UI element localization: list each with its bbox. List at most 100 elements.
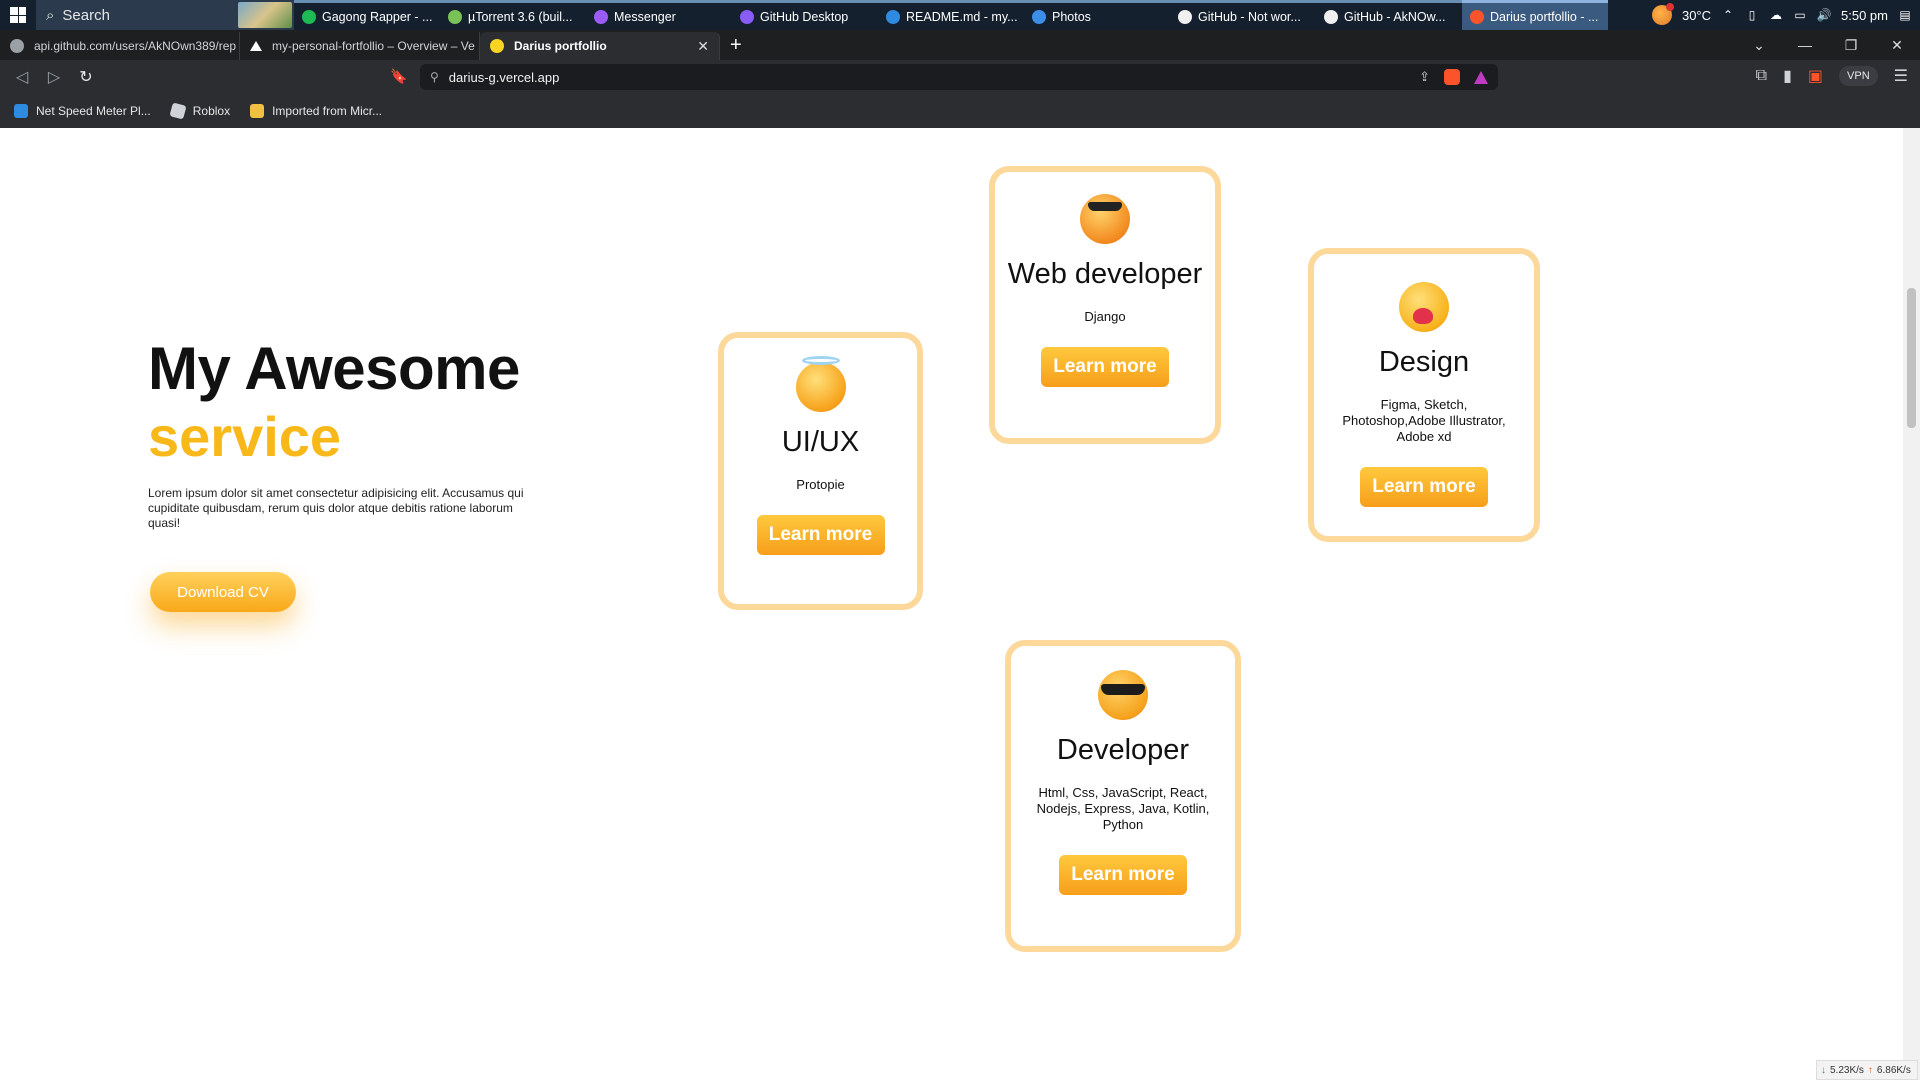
taskbar-app-utorrent[interactable]: µTorrent 3.6 (buil...: [440, 0, 586, 30]
github-desktop-icon: [740, 9, 754, 24]
extensions-icon[interactable]: ⧉: [1756, 67, 1767, 85]
vscode-icon: [886, 9, 900, 24]
service-tools: Figma, Sketch, Photoshop,Adobe Illustrat…: [1342, 397, 1506, 444]
learn-more-button[interactable]: Learn more: [1059, 855, 1187, 895]
close-tab-icon[interactable]: ✕: [697, 38, 709, 55]
taskbar-app-label: GitHub - Not wor...: [1198, 9, 1301, 24]
service-tools: Html, Css, JavaScript, React, Nodejs, Ex…: [1036, 785, 1210, 832]
start-button[interactable]: [0, 0, 36, 30]
share-icon[interactable]: ⇪: [1419, 69, 1430, 85]
learn-more-button[interactable]: Learn more: [1041, 347, 1169, 387]
taskbar-app-github-2[interactable]: GitHub - AkNOw...: [1316, 0, 1462, 30]
sidebar-icon[interactable]: ▮: [1783, 66, 1792, 86]
bookmark-icon[interactable]: 🔖: [390, 68, 407, 85]
scrollbar-thumb[interactable]: [1907, 288, 1916, 428]
net-speed-icon: [14, 104, 28, 118]
taskbar-app-label: µTorrent 3.6 (buil...: [468, 9, 573, 24]
network-icon[interactable]: ▭: [1793, 8, 1807, 22]
learn-more-button[interactable]: Learn more: [756, 515, 885, 555]
cool-sunglasses-emoji-icon: [1098, 670, 1148, 720]
upload-speed: 6.86K/s: [1876, 1064, 1911, 1076]
service-card-web-developer: Web developer Django Learn more: [989, 166, 1221, 444]
wallet-icon[interactable]: ▣: [1808, 66, 1823, 86]
clock[interactable]: 5:50 pm: [1841, 8, 1888, 23]
taskbar-app-github-desktop[interactable]: GitHub Desktop: [732, 0, 878, 30]
service-card-developer: Developer Html, Css, JavaScript, React, …: [1005, 640, 1241, 952]
heart-icon: [1413, 308, 1433, 324]
taskbar-app-spotify[interactable]: Gagong Rapper - ...: [294, 0, 440, 30]
bookmark-roblox[interactable]: Roblox: [169, 102, 231, 120]
taskbar-search-box[interactable]: ⌕ Search: [36, 0, 294, 30]
bookmark-label: Roblox: [192, 104, 231, 118]
tab-darius-portfollio[interactable]: Darius portfollio ✕: [480, 32, 720, 60]
utorrent-icon: [448, 9, 462, 24]
halo-icon: [801, 356, 840, 365]
brave-shields-icon[interactable]: [1444, 69, 1460, 85]
tab-vercel-overview[interactable]: my-personal-fortfollio – Overview – Ve: [240, 32, 480, 60]
folder-icon: [250, 104, 265, 118]
tab-label: api.github.com/users/AkNOwn389/rep: [34, 39, 237, 53]
search-highlight-image: [238, 2, 292, 28]
sunglasses-emoji-icon: [1080, 194, 1130, 244]
windows-taskbar: ⌕ Search Gagong Rapper - ... µTorrent 3.…: [0, 0, 1920, 30]
tab-label: my-personal-fortfollio – Overview – Ve: [272, 39, 475, 53]
tab-list-chevron-icon[interactable]: ⌄: [1736, 37, 1782, 54]
tab-github-api[interactable]: api.github.com/users/AkNOwn389/rep: [0, 32, 240, 60]
brave-rewards-icon[interactable]: [1474, 70, 1488, 84]
weather-temperature[interactable]: 30°C: [1682, 8, 1711, 23]
forward-arrow-icon[interactable]: ▷: [38, 67, 70, 87]
toolbar-right-actions: ⧉ ▮ ▣ VPN ☰: [1756, 66, 1908, 86]
address-bar[interactable]: ⚲ darius-g.vercel.app ⇪: [420, 64, 1498, 90]
service-card-uiux: UI/UX Protopie Learn more: [718, 332, 923, 610]
page-content: My Awesome service Lorem ipsum dolor sit…: [0, 128, 1903, 1080]
upload-arrow-icon: ↑: [1867, 1064, 1873, 1076]
weather-icon[interactable]: [1651, 3, 1674, 25]
globe-icon: [10, 39, 24, 53]
device-icon[interactable]: ▯: [1745, 8, 1759, 22]
service-title: Developer: [1056, 734, 1190, 766]
site-info-icon[interactable]: ⚲: [430, 70, 439, 84]
menu-icon[interactable]: ☰: [1894, 66, 1908, 86]
cloud-icon[interactable]: ☁: [1769, 8, 1783, 22]
new-tab-button[interactable]: +: [730, 32, 742, 60]
download-cv-button[interactable]: Download CV: [150, 572, 296, 612]
learn-more-button[interactable]: Learn more: [1360, 467, 1488, 507]
taskbar-app-vscode[interactable]: README.md - my...: [878, 0, 1024, 30]
window-controls: ⌄ — ❐ ✕: [1736, 30, 1920, 60]
service-title: Design: [1378, 346, 1470, 378]
reload-icon[interactable]: ↻: [70, 67, 102, 87]
chevron-up-icon[interactable]: ⌃: [1721, 8, 1735, 22]
taskbar-app-github-1[interactable]: GitHub - Not wor...: [1170, 0, 1316, 30]
page-scrollbar[interactable]: [1903, 128, 1920, 1080]
url-text[interactable]: darius-g.vercel.app: [449, 70, 560, 85]
browser-tab-strip: api.github.com/users/AkNOwn389/rep my-pe…: [0, 30, 1920, 60]
minimize-icon[interactable]: —: [1782, 37, 1828, 53]
restore-icon[interactable]: ❐: [1828, 37, 1874, 54]
close-window-icon[interactable]: ✕: [1874, 37, 1920, 54]
notifications-icon[interactable]: ▤: [1898, 8, 1912, 22]
download-arrow-icon: ↓: [1821, 1064, 1826, 1076]
vercel-icon: [250, 41, 262, 51]
hugging-emoji-icon: [1399, 282, 1449, 332]
bookmark-imported-folder[interactable]: Imported from Micr...: [250, 104, 382, 118]
search-icon: ⌕: [46, 6, 55, 24]
bookmark-net-speed[interactable]: Net Speed Meter Pl...: [14, 104, 151, 118]
service-card-design: Design Figma, Sketch, Photoshop,Adobe Il…: [1308, 248, 1540, 542]
spotify-icon: [302, 9, 316, 24]
taskbar-app-label: Photos: [1052, 9, 1091, 24]
taskbar-app-photos[interactable]: Photos: [1024, 0, 1170, 30]
taskbar-app-label: Messenger: [614, 9, 676, 24]
taskbar-app-messenger[interactable]: Messenger: [586, 0, 732, 30]
tab-label: Darius portfollio: [514, 39, 607, 53]
photos-icon: [1032, 9, 1046, 24]
address-bar-actions: ⇪: [1419, 69, 1488, 85]
taskbar-search-label: Search: [62, 6, 110, 24]
volume-icon[interactable]: 🔊: [1817, 8, 1832, 22]
back-arrow-icon[interactable]: ◁: [6, 67, 38, 87]
bookmark-label: Net Speed Meter Pl...: [36, 104, 151, 118]
service-title: UI/UX: [781, 426, 860, 458]
roblox-icon: [169, 102, 187, 120]
vpn-button[interactable]: VPN: [1839, 66, 1878, 86]
taskbar-app-label: GitHub Desktop: [760, 9, 849, 24]
taskbar-app-brave[interactable]: Darius portfollio - ...: [1462, 0, 1608, 30]
